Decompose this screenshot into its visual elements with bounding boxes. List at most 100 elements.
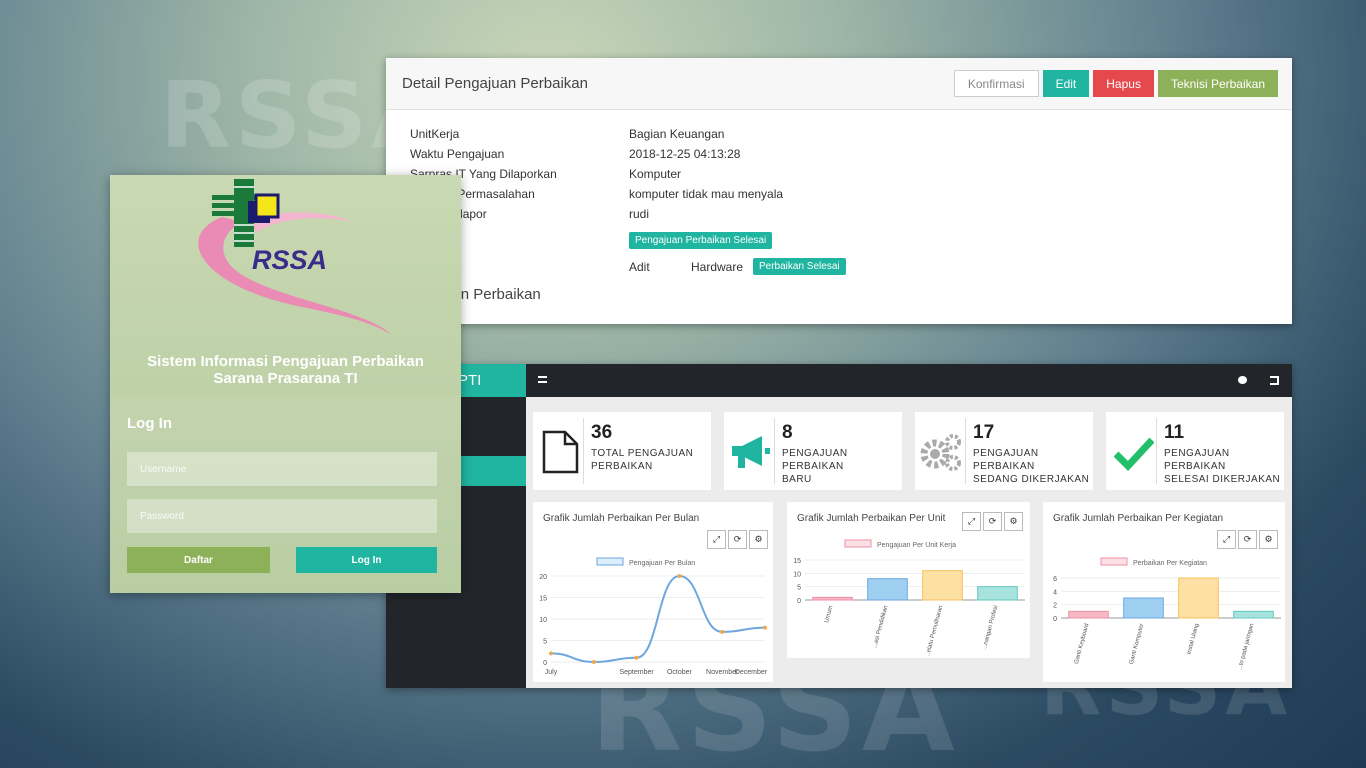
username-input[interactable] (127, 452, 437, 486)
app-title-line: Sarana Prasarana TI (213, 370, 358, 387)
data-point (763, 625, 767, 630)
stat-label-line: PENGAJUAN PERBAIKAN (782, 448, 848, 472)
detail-title: Detail Pengajuan Perbaikan (402, 75, 588, 92)
legend-label: Pengajuan Per Unit Kerja (877, 542, 956, 549)
dashboard: PTI 36 TOTAL PENGAJUAN PERBAIKAN 8 PENGAJ… (386, 364, 1292, 688)
bar (812, 596, 853, 601)
status-badge: Pengajuan Perbaikan Selesai (629, 231, 773, 249)
check-icon (1114, 437, 1154, 472)
detail-label: UnitKerja (410, 127, 460, 141)
confirm-button[interactable]: Konfirmasi (953, 70, 1039, 97)
settings-icon[interactable]: ⚙ (1004, 512, 1023, 531)
x-tick-label: Instal Ulang (1186, 623, 1200, 655)
y-tick-label: 15 (539, 596, 547, 603)
stat-label-line: PERBAIKAN (591, 461, 653, 472)
stat-divider (774, 418, 775, 484)
bar-chart-unit: Pengajuan Per Unit Kerja 0 5 10 15 Umum ...asi… (793, 539, 1025, 656)
chart-panel-monthly: Grafik Jumlah Perbaikan Per Bulan ⤢ ⟳ ⚙ … (533, 502, 773, 682)
stat-label-line: SEDANG DIKERJAKAN (973, 474, 1090, 485)
detail-value: Komputer (629, 167, 682, 181)
stat-value: 17 (973, 422, 995, 443)
y-tick-label: 2 (1053, 603, 1057, 610)
x-tick-label: Umum (824, 605, 834, 624)
password-input[interactable] (127, 499, 437, 533)
login-heading: Log In (127, 415, 172, 432)
bar (977, 586, 1018, 601)
bar (1233, 610, 1274, 619)
detail-row: Nama Pelaporrudi (410, 204, 1268, 224)
stat-card-total: 36 TOTAL PENGAJUAN PERBAIKAN (533, 412, 711, 490)
edit-button[interactable]: Edit (1042, 70, 1090, 97)
y-tick-label: 10 (793, 571, 801, 578)
stat-value: 11 (1164, 422, 1185, 443)
rssa-logo: RSSA (198, 179, 392, 335)
login-button[interactable]: Log In (296, 547, 437, 573)
refresh-icon[interactable]: ⟳ (983, 512, 1002, 531)
logo-text: RSSA (252, 245, 327, 275)
data-point (591, 660, 596, 664)
stat-label-line: SELESAI DIKERJAKAN (1164, 474, 1281, 485)
bar (1178, 577, 1219, 619)
y-tick-label: 15 (793, 558, 801, 565)
register-button[interactable]: Daftar (127, 547, 270, 573)
gears-icon (920, 434, 961, 471)
bar (922, 570, 963, 601)
login-panel: RSSA Sistem Informasi Pengajuan Perbaika… (110, 175, 461, 593)
detail-row: Laporan Permasalahan komputer tidak mau m… (410, 184, 1268, 204)
refresh-icon[interactable]: ⟳ (1238, 530, 1257, 549)
expand-icon[interactable]: ⤢ (1217, 530, 1236, 549)
legend-label: Pengajuan Per Bulan (629, 560, 695, 567)
y-tick-label: 10 (539, 617, 547, 624)
expand-icon[interactable]: ⤢ (707, 530, 726, 549)
detail-value: 2018-12-25 04:13:28 (629, 147, 741, 161)
y-tick-label: 0 (1053, 616, 1057, 623)
stat-label: PENGAJUAN PERBAIKAN SELESAI DIKERJAKAN (1164, 447, 1284, 486)
menu-toggle-icon[interactable] (538, 376, 547, 383)
bar (1123, 597, 1164, 619)
x-tick-label: September (619, 669, 654, 676)
stat-label-line: PENGAJUAN PERBAIKAN (1164, 448, 1230, 472)
x-tick-label: October (667, 669, 693, 676)
megaphone-icon (732, 436, 770, 468)
x-tick-label: ...asi Pendidikan (872, 605, 889, 649)
technician-button[interactable]: Teknisi Perbaikan (1157, 70, 1278, 97)
x-tick-label: December (735, 669, 768, 676)
login-form: Log In Daftar Log In (110, 395, 461, 593)
refresh-icon[interactable]: ⟳ (728, 530, 747, 549)
legend-swatch (844, 539, 872, 548)
technician-row: Teknisi Adit Hardware Perbaikan Selesai (410, 248, 1268, 276)
stat-divider (583, 418, 584, 484)
detail-card: Detail Pengajuan Perbaikan Konfirmasi Ed… (386, 58, 1292, 324)
expand-icon[interactable]: ⤢ (962, 512, 981, 531)
detail-value: Bagian Keuangan (629, 127, 725, 141)
y-tick-label: 0 (543, 660, 547, 667)
detail-body: UnitKerja Bagian Keuangan Waktu Pengajuan… (386, 110, 1292, 317)
app-title-line: Sistem Informasi Pengajuan Perbaikan (147, 353, 424, 370)
detail-value: komputer tidak mau menyala (629, 187, 784, 201)
legend-swatch (596, 557, 624, 566)
legend-label: Perbaikan Per Kegiatan (1133, 560, 1207, 567)
stat-card-progress: 17 PENGAJUAN PERBAIKAN SEDANG DIKERJAKAN (915, 412, 1093, 490)
stat-card-new: 8 PENGAJUAN PERBAIKAN BARU (724, 412, 902, 490)
settings-icon[interactable]: ⚙ (749, 530, 768, 549)
y-tick-label: 4 (1053, 589, 1057, 596)
bar (1068, 610, 1109, 619)
logout-icon[interactable] (1270, 376, 1279, 385)
stat-label-line: TOTAL PENGAJUAN (591, 448, 694, 459)
technician-type: Hardware (691, 260, 744, 274)
y-tick-label: 0 (797, 598, 801, 605)
settings-icon[interactable]: ⚙ (1259, 530, 1278, 549)
y-tick-label: 20 (539, 574, 547, 581)
chart-panel-unit: Grafik Jumlah Perbaikan Per Unit ⤢ ⟳ ⚙ P… (787, 502, 1030, 658)
technician-status-badge: Perbaikan Selesai (753, 257, 846, 275)
x-tick-label: Ganti Keyboard (1074, 623, 1091, 665)
x-tick-label: July (545, 669, 558, 676)
chat-icon[interactable] (1238, 376, 1247, 384)
stat-label: PENGAJUAN PERBAIKAN SEDANG DIKERJAKAN (973, 447, 1093, 486)
stat-card-done: 11 PENGAJUAN PERBAIKAN SELESAI DIKERJAKAN (1106, 412, 1284, 490)
x-tick-label: ...nangan Profesi (982, 605, 1000, 650)
delete-button[interactable]: Hapus (1093, 70, 1154, 97)
detail-header: Detail Pengajuan Perbaikan Konfirmasi Ed… (386, 58, 1292, 110)
y-tick-label: 5 (543, 639, 547, 646)
x-tick-label: ...elatu Pemuliharan (925, 605, 945, 656)
